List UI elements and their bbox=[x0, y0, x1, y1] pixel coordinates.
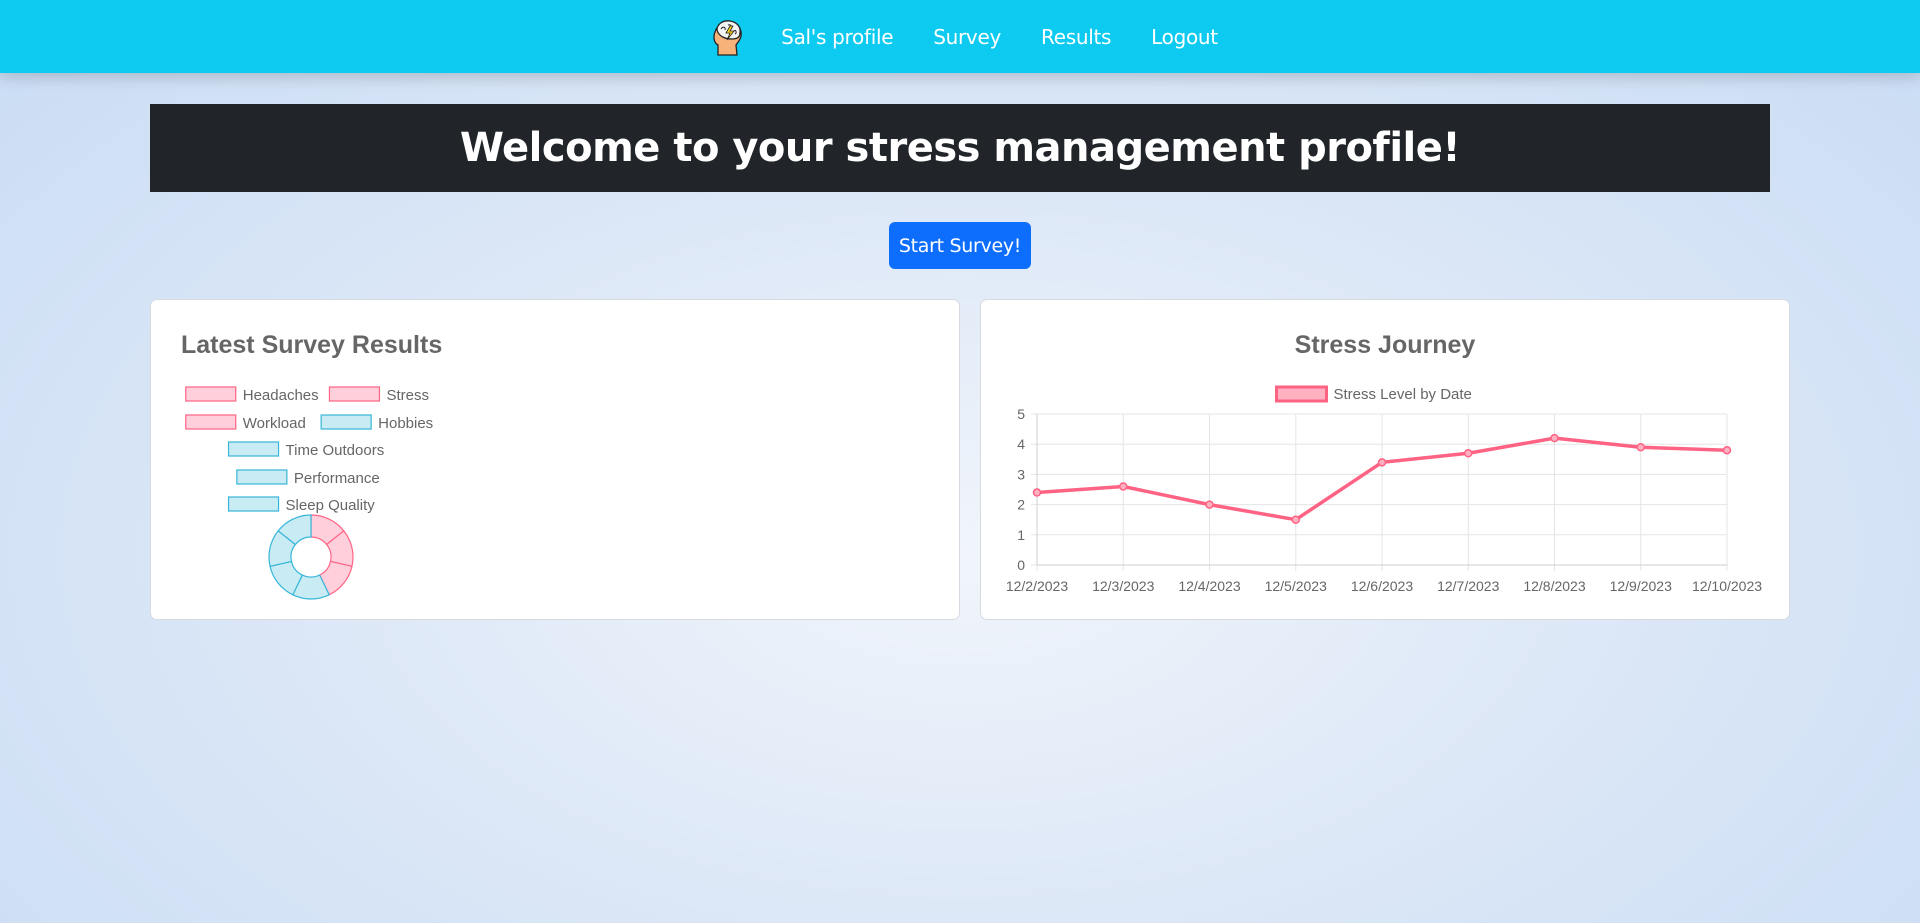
x-tick-label: 12/4/2023 bbox=[1178, 578, 1240, 594]
line-axes: 0 1 2 3 4 5 12/2/2023 12/3/2023 12/4/2023 12/5/20… bbox=[1006, 406, 1762, 594]
nav-results-link[interactable]: Results bbox=[1041, 25, 1111, 49]
data-point bbox=[1119, 482, 1128, 491]
x-tick-label: 12/10/2023 bbox=[1692, 578, 1762, 594]
data-point bbox=[1377, 458, 1387, 467]
legend-label: Workload bbox=[243, 415, 306, 432]
x-tick-label: 12/5/2023 bbox=[1265, 578, 1327, 594]
welcome-banner: Welcome to your stress management profil… bbox=[150, 104, 1770, 192]
welcome-title: Welcome to your stress management profil… bbox=[459, 125, 1461, 171]
y-tick-label: 1 bbox=[1017, 527, 1025, 543]
nav-inner: Sal's profile Survey Results Logout bbox=[702, 17, 1218, 57]
data-point bbox=[1550, 433, 1559, 443]
y-tick-label: 0 bbox=[1017, 557, 1025, 573]
pie-slices bbox=[268, 514, 354, 600]
legend-swatch bbox=[320, 414, 372, 430]
legend-label: Stress Level by Date bbox=[1334, 386, 1472, 403]
brain-head-logo-icon[interactable] bbox=[710, 17, 744, 57]
legend-swatch bbox=[328, 386, 381, 402]
data-point bbox=[1636, 442, 1645, 452]
line-grid bbox=[1031, 413, 1728, 571]
legend-label: Stress bbox=[386, 387, 429, 404]
x-tick-label: 12/3/2023 bbox=[1092, 578, 1154, 594]
legend-label: Time Outdoors bbox=[286, 442, 385, 459]
pie-legend: Headaches Stress Workload Hobbies Time Outdo… bbox=[185, 386, 433, 514]
top-navbar: Sal's profile Survey Results Logout bbox=[0, 0, 1920, 73]
x-tick-label: 12/6/2023 bbox=[1351, 578, 1413, 594]
legend-label: Hobbies bbox=[378, 415, 433, 432]
start-survey-button[interactable]: Start Survey! bbox=[889, 222, 1031, 269]
legend-label: Headaches bbox=[243, 387, 319, 404]
y-tick-label: 3 bbox=[1017, 466, 1025, 482]
legend-swatch bbox=[185, 414, 237, 430]
data-point bbox=[1205, 500, 1214, 509]
y-tick-label: 2 bbox=[1017, 497, 1025, 513]
y-tick-label: 4 bbox=[1017, 436, 1025, 452]
latest-results-card: Latest Survey Results Headaches Stress Wor… bbox=[150, 299, 960, 620]
nav-survey-link[interactable]: Survey bbox=[933, 25, 1001, 49]
x-tick-label: 12/9/2023 bbox=[1610, 578, 1672, 594]
stress-journey-card: Stress Journey Stress Level by Date 0123… bbox=[980, 299, 1790, 620]
data-point bbox=[1722, 445, 1732, 455]
x-tick-label: 12/7/2023 bbox=[1437, 578, 1499, 594]
stress-journey-line-chart: Stress Level by Date 0 1 2 3 4 5 12/2/2023 12/3… bbox=[1006, 385, 1762, 594]
legend-swatch bbox=[1275, 385, 1328, 403]
nav-profile-link[interactable]: Sal's profile bbox=[781, 25, 893, 49]
nav-logout-link[interactable]: Logout bbox=[1151, 25, 1218, 49]
legend-swatch bbox=[185, 386, 237, 402]
line-legend: Stress Level by Date bbox=[1275, 385, 1472, 403]
legend-label: Sleep Quality bbox=[286, 497, 376, 514]
data-point bbox=[1291, 515, 1300, 524]
legend-swatch bbox=[236, 469, 288, 485]
data-point bbox=[1032, 488, 1042, 497]
x-tick-label: 12/8/2023 bbox=[1523, 578, 1585, 594]
legend-swatch bbox=[227, 496, 280, 512]
latest-results-pie-chart: Headaches Stress Workload Hobbies Time Outdo… bbox=[185, 386, 433, 600]
x-tick-label: 12/2/2023 bbox=[1006, 578, 1068, 594]
legend-swatch bbox=[227, 441, 280, 457]
data-point bbox=[1464, 449, 1473, 458]
legend-label: Performance bbox=[294, 470, 380, 487]
y-tick-label: 5 bbox=[1017, 406, 1025, 422]
